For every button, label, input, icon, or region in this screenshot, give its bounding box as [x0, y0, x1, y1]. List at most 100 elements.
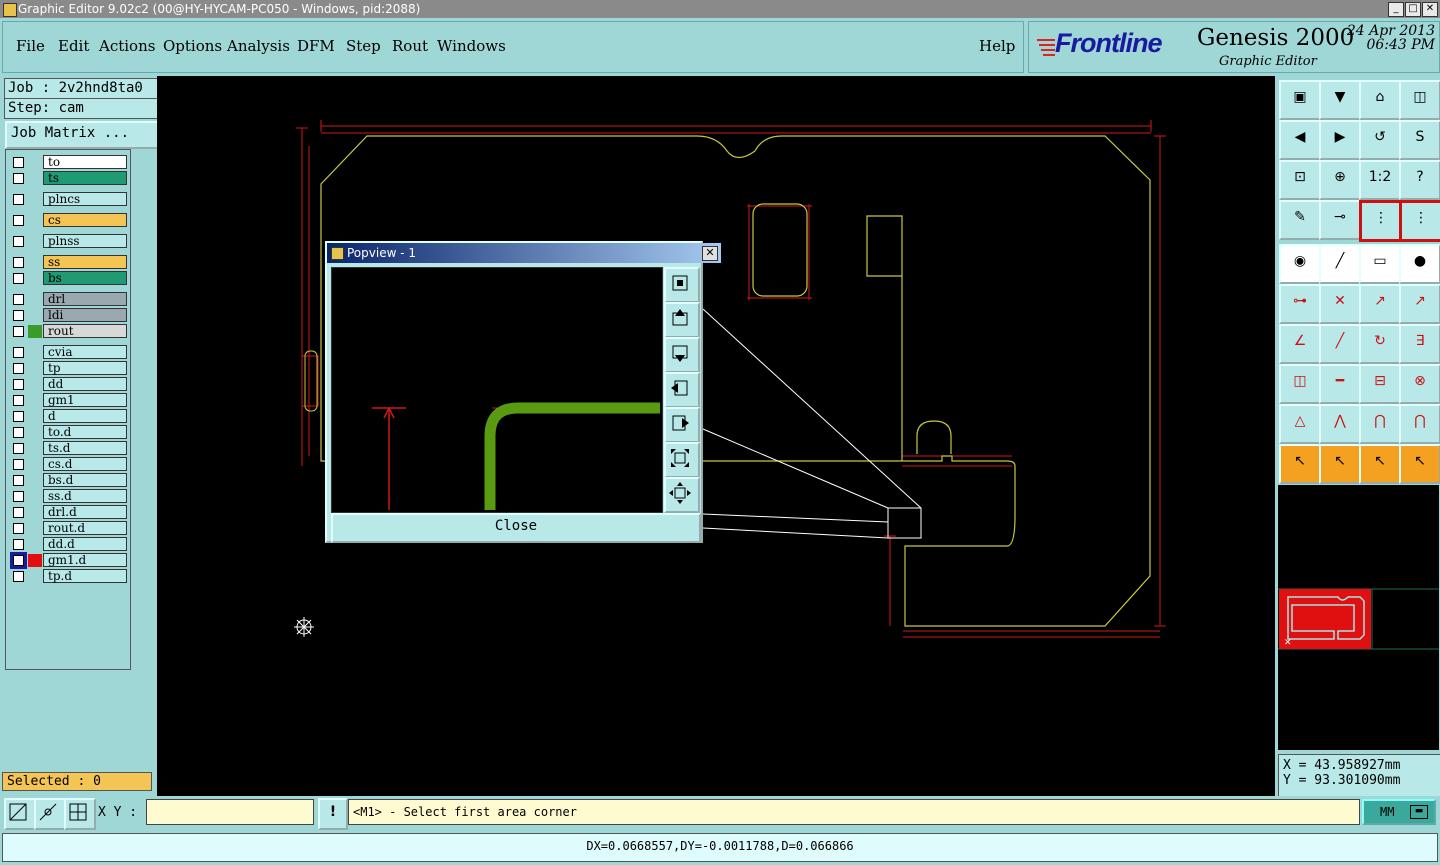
grid-icon[interactable]: [64, 798, 96, 830]
layer-row[interactable]: ss.d: [8, 489, 128, 504]
layer-checkbox[interactable]: [13, 194, 24, 205]
layer-row[interactable]: ss: [8, 255, 128, 270]
undo-zoom-icon[interactable]: ↺: [1359, 120, 1401, 160]
select-point-icon[interactable]: ◉: [1279, 244, 1321, 284]
layer-checkbox[interactable]: [13, 236, 24, 247]
arch-cross-icon[interactable]: ⋂: [1399, 404, 1440, 444]
layer-row[interactable]: to.d: [8, 425, 128, 440]
layer-checkbox[interactable]: [13, 257, 24, 268]
layer-name[interactable]: bs.d: [43, 473, 127, 487]
layer-row[interactable]: cvia: [8, 345, 128, 360]
triangle-icon[interactable]: △: [1279, 404, 1321, 444]
layer-row[interactable]: ts: [8, 171, 128, 186]
layer-checkbox[interactable]: [13, 459, 24, 470]
step-preview[interactable]: ✕: [1278, 485, 1439, 750]
menu-help[interactable]: Help: [979, 37, 1015, 55]
layer-checkbox[interactable]: [13, 523, 24, 534]
layer-name[interactable]: tp.d: [43, 569, 127, 583]
dimension-icon[interactable]: ⊟: [1359, 364, 1401, 404]
layer-name[interactable]: dd.d: [43, 537, 127, 551]
layer-name[interactable]: to: [43, 155, 127, 169]
line-draw-icon[interactable]: ╱: [1319, 244, 1361, 284]
popview-pan-left-icon[interactable]: [664, 372, 700, 408]
layer-row[interactable]: gm1: [8, 393, 128, 408]
menu-dfm[interactable]: DFM: [297, 37, 335, 55]
layer-checkbox[interactable]: [13, 491, 24, 502]
probe-icon[interactable]: ⊸: [1319, 200, 1361, 240]
layer-name[interactable]: d: [43, 409, 127, 423]
pan-down-icon[interactable]: ▼: [1319, 80, 1361, 120]
snap-icon[interactable]: [34, 798, 66, 830]
layer-compare-icon[interactable]: ⋮: [1359, 200, 1403, 242]
layer-checkbox[interactable]: [13, 347, 24, 358]
minimize-button[interactable]: _: [1388, 2, 1404, 17]
layer-name[interactable]: ts.d: [43, 441, 127, 455]
layer-checkbox[interactable]: [13, 215, 24, 226]
layer-row[interactable]: plnss: [8, 234, 128, 249]
menu-options[interactable]: Options: [163, 37, 222, 55]
layer-name[interactable]: ts: [43, 171, 127, 185]
layer-checkbox[interactable]: [13, 475, 24, 486]
layer-name[interactable]: bs: [43, 271, 127, 285]
layer-row[interactable]: rout: [8, 324, 128, 339]
scale-1-2-icon[interactable]: 1:2: [1359, 160, 1401, 200]
pointer-icon[interactable]: ↖: [1279, 444, 1321, 484]
layer-name[interactable]: rout.d: [43, 521, 127, 535]
popview-zoom-window-icon[interactable]: [664, 267, 700, 303]
layer-row[interactable]: cs: [8, 213, 128, 228]
delete-node-icon[interactable]: ✕: [1319, 284, 1361, 324]
layer-name[interactable]: cs: [43, 213, 127, 227]
zoom-center-icon[interactable]: ⊕: [1319, 160, 1361, 200]
layer-row[interactable]: ldi: [8, 308, 128, 323]
info-button[interactable]: !: [318, 798, 348, 830]
pan-left-icon[interactable]: ◀: [1279, 120, 1321, 160]
layer-row[interactable]: to: [8, 155, 128, 170]
layer-row[interactable]: drl: [8, 292, 128, 307]
layer-name[interactable]: ss: [43, 255, 127, 269]
layer-checkbox[interactable]: [13, 395, 24, 406]
layer-checkbox[interactable]: [13, 427, 24, 438]
layer-name[interactable]: to.d: [43, 425, 127, 439]
layer-checkbox[interactable]: [13, 294, 24, 305]
pad-select-icon[interactable]: ◫: [1279, 364, 1321, 404]
zoom-fit-icon[interactable]: ⊡: [1279, 160, 1321, 200]
layer-checkbox[interactable]: [10, 552, 27, 569]
layer-name[interactable]: rout: [43, 324, 127, 338]
layer-row[interactable]: cs.d: [8, 457, 128, 472]
popview-zoom-in-icon[interactable]: [664, 442, 700, 478]
popview-canvas[interactable]: [331, 267, 663, 513]
pan-right-icon[interactable]: ▶: [1319, 120, 1361, 160]
menu-file[interactable]: File: [16, 37, 45, 55]
layer-row[interactable]: bs: [8, 271, 128, 286]
line-select-icon[interactable]: ━: [1319, 364, 1361, 404]
layer-name[interactable]: cs.d: [43, 457, 127, 471]
layer-row[interactable]: dd: [8, 377, 128, 392]
layer-name[interactable]: gm1.d: [43, 553, 127, 567]
layer-checkbox[interactable]: [13, 326, 24, 337]
layer-name[interactable]: plnss: [43, 234, 127, 248]
layer-checkbox[interactable]: [13, 539, 24, 550]
pointer-box-icon[interactable]: ↖: [1319, 444, 1361, 484]
layer-checkbox[interactable]: [13, 310, 24, 321]
tools-icon[interactable]: ✎: [1279, 200, 1321, 240]
popview-close-icon[interactable]: ✕: [702, 246, 718, 261]
layer-checkbox[interactable]: [13, 507, 24, 518]
pointer-select-icon[interactable]: ↖: [1359, 444, 1401, 484]
xy-input[interactable]: [146, 799, 314, 825]
layer-checkbox[interactable]: [13, 157, 24, 168]
layer-row[interactable]: tp: [8, 361, 128, 376]
measure-icon[interactable]: [4, 798, 36, 830]
layer-name[interactable]: ldi: [43, 308, 127, 322]
layer-row[interactable]: tp.d: [8, 569, 128, 584]
redraw-icon[interactable]: S: [1399, 120, 1440, 160]
layer-checkbox[interactable]: [13, 173, 24, 184]
arch-icon[interactable]: ⋂: [1359, 404, 1401, 444]
layer-row[interactable]: ts.d: [8, 441, 128, 456]
layer-name[interactable]: tp: [43, 361, 127, 375]
job-matrix-button[interactable]: Job Matrix ...: [5, 121, 159, 149]
layer-swap-icon[interactable]: ⋮: [1399, 200, 1440, 242]
feature-filter-icon[interactable]: ∃: [1399, 324, 1440, 364]
home-icon[interactable]: ⌂: [1359, 80, 1401, 120]
angle-icon[interactable]: ∠: [1279, 324, 1321, 364]
layer-checkbox[interactable]: [13, 411, 24, 422]
